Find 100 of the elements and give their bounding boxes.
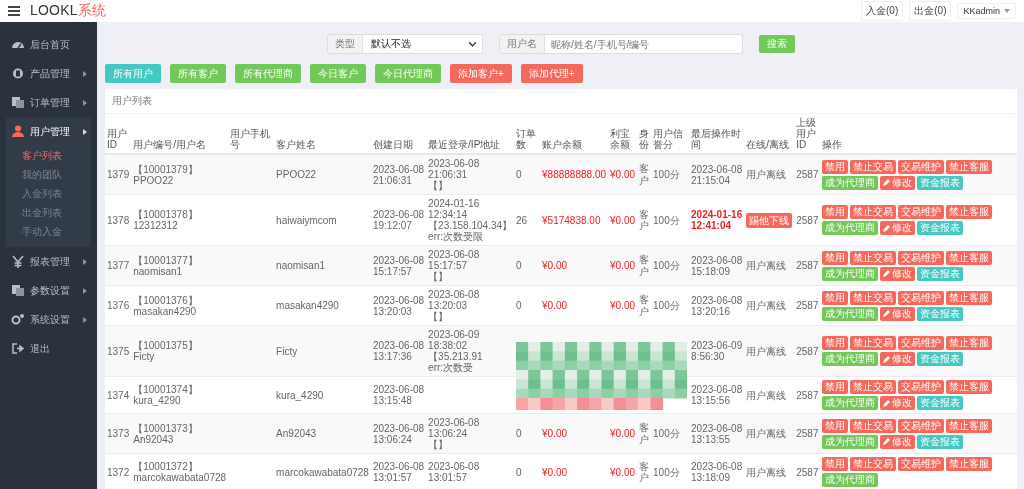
action-button[interactable]: 资金报表 [917, 221, 964, 235]
action-button[interactable]: 禁止交易 [850, 250, 897, 265]
table-cell: kura_4290 [276, 389, 324, 401]
top-link[interactable]: 入金(0) [861, 1, 904, 21]
action-button[interactable]: 修改 [880, 434, 916, 449]
action-button[interactable]: 交易维护 [898, 290, 945, 305]
table-title: 用户列表 [105, 89, 1017, 114]
action-button[interactable]: 禁止客服 [946, 380, 993, 394]
action-button[interactable]: 交易维护 [898, 418, 945, 433]
balance-amount: ¥0.00 [542, 466, 568, 478]
sidebar-item[interactable]: 系统设置 [6, 305, 91, 334]
action-button[interactable]: 交易维护 [898, 457, 945, 471]
action-button[interactable]: 成为代理商 [822, 352, 879, 366]
sidebar-item[interactable]: 产品管理 [6, 59, 91, 88]
action-button[interactable]: 修改 [880, 266, 916, 281]
submenu-item[interactable]: 出金列表 [6, 203, 91, 222]
action-button[interactable]: 资金报表 [917, 434, 964, 449]
action-button[interactable]: 成为代理商 [822, 434, 879, 449]
search-button[interactable]: 搜索 [759, 35, 795, 53]
action-button[interactable]: 禁止客服 [946, 250, 993, 265]
action-button[interactable]: 禁止客服 [946, 205, 993, 219]
action-button[interactable]: 禁用 [822, 336, 849, 350]
action-button[interactable]: 修改 [880, 221, 916, 235]
action-button[interactable]: 交易维护 [898, 159, 945, 174]
balance-amount: ¥0.00 [542, 428, 568, 439]
action-button[interactable]: 成为代理商 [822, 473, 879, 487]
action-button[interactable]: 资金报表 [917, 306, 964, 321]
action-button[interactable]: 禁止交易 [850, 336, 897, 350]
filter-button[interactable]: 今日客户 [310, 64, 366, 83]
status-text: 用户离线 [746, 428, 787, 439]
table-cell: 2587 [796, 389, 819, 401]
action-button[interactable]: 禁止客服 [946, 336, 993, 350]
action-button[interactable]: 禁止客服 [946, 159, 993, 174]
action-button[interactable]: 禁止交易 [850, 159, 897, 174]
action-button[interactable]: 交易维护 [898, 250, 945, 265]
action-button[interactable]: 禁止交易 [850, 380, 897, 394]
action-button[interactable]: 修改 [880, 352, 916, 366]
action-button[interactable]: 成为代理商 [822, 221, 879, 235]
username-field[interactable]: 用户名 昵称/姓名/手机号/编号 [499, 34, 743, 54]
action-button[interactable]: 禁止交易 [850, 418, 897, 433]
submenu-item[interactable]: 手动入金 [6, 222, 91, 241]
action-button[interactable]: 成为代理商 [822, 175, 879, 190]
sidebar-item[interactable]: 退出 [6, 334, 91, 363]
date-time: 2023-06-08 13:20:03 [372, 294, 425, 317]
action-button[interactable]: 资金报表 [917, 266, 964, 281]
action-button[interactable]: 禁止交易 [850, 205, 897, 219]
table-cell: 1378 [107, 214, 130, 226]
action-button[interactable]: 成为代理商 [822, 266, 879, 281]
table-cell: 100分 [653, 260, 680, 271]
action-button[interactable]: 禁止交易 [850, 290, 897, 305]
action-button[interactable]: 修改 [880, 175, 916, 190]
menu-icon [8, 6, 20, 16]
action-button[interactable]: 资金报表 [917, 396, 964, 410]
action-button[interactable]: 禁用 [822, 418, 849, 433]
sidebar-item[interactable]: 用户管理 [6, 117, 91, 146]
submenu-item[interactable]: 入金列表 [6, 184, 91, 203]
action-button[interactable]: 修改 [880, 396, 916, 410]
sidebar-item[interactable]: 参数设置 [6, 276, 91, 305]
action-button[interactable]: 交易维护 [898, 380, 945, 394]
action-button[interactable]: 资金报表 [917, 175, 964, 190]
sidebar-item[interactable]: 报表管理 [6, 247, 91, 276]
action-button[interactable]: 禁止客服 [946, 418, 993, 433]
pencil-icon [883, 270, 891, 277]
filter-button[interactable]: 今日代理商 [375, 64, 441, 83]
login-info: 2023-06-08 21:06:31 【】 [428, 158, 481, 191]
chevron-icon [83, 287, 87, 294]
filter-button[interactable]: 所有客户 [170, 64, 226, 83]
filter-button[interactable]: 添加代理+ [520, 64, 583, 83]
filter-button[interactable]: 所有用户 [105, 64, 161, 83]
top-link[interactable]: 出金(0) [909, 1, 952, 21]
action-button[interactable]: 交易维护 [898, 205, 945, 219]
username-input[interactable]: 昵称/姓名/手机号/编号 [545, 38, 742, 50]
login-info: 2023-06-08 13:06:24 【】 [428, 417, 481, 450]
status-text: 用户离线 [746, 466, 787, 478]
filter-button[interactable]: 所有代理商 [235, 64, 301, 83]
action-button[interactable]: 禁用 [822, 205, 849, 219]
submenu-item[interactable]: 我的团队 [6, 165, 91, 184]
type-select[interactable]: 类型 默认不选 [327, 34, 483, 54]
action-button[interactable]: 禁止交易 [850, 457, 897, 471]
sidebar-item[interactable]: 后台首页 [6, 30, 91, 59]
submenu-item[interactable]: 客户列表 [6, 146, 91, 165]
action-button[interactable]: 禁用 [822, 250, 849, 265]
action-button[interactable]: 禁用 [822, 380, 849, 394]
table-cell: 1372 [107, 466, 130, 478]
action-button[interactable]: 禁止客服 [946, 457, 993, 471]
user-code-name: 【10001372】 marcokawabata0728 [133, 461, 227, 483]
action-button[interactable]: 成为代理商 [822, 396, 879, 410]
action-button[interactable]: 成为代理商 [822, 306, 879, 321]
table-cell: 客户 [639, 163, 650, 186]
action-button[interactable]: 禁用 [822, 457, 849, 471]
kick-offline-button[interactable]: 踢他下线 [746, 212, 793, 228]
action-button[interactable]: 禁用 [822, 290, 849, 305]
user-menu[interactable]: KKadmin [957, 3, 1016, 19]
action-button[interactable]: 禁用 [822, 159, 849, 174]
sidebar-item[interactable]: 订单管理 [6, 88, 91, 117]
action-button[interactable]: 禁止客服 [946, 290, 993, 305]
filter-button[interactable]: 添加客户+ [450, 64, 512, 83]
action-button[interactable]: 修改 [880, 306, 916, 321]
action-button[interactable]: 交易维护 [898, 336, 945, 350]
action-button[interactable]: 资金报表 [917, 352, 964, 366]
